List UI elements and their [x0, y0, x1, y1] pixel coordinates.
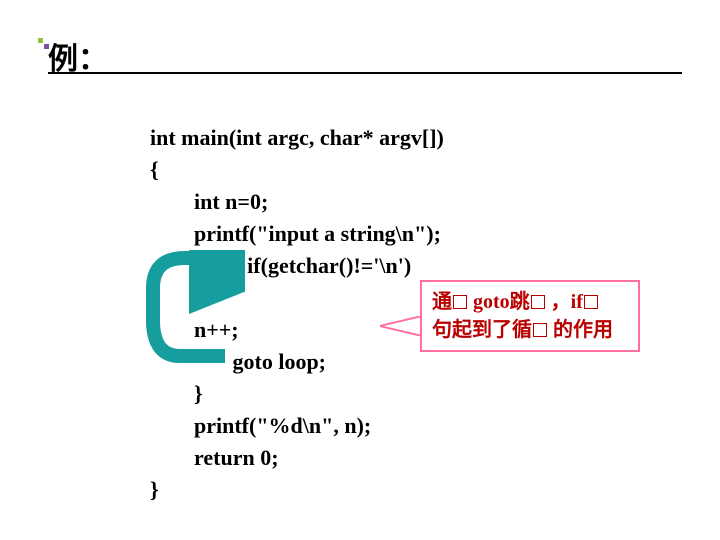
code-line: return 0;	[150, 445, 279, 470]
missing-glyph-icon	[531, 295, 545, 309]
annotation-callout: 通 goto跳 ，if 句起到了循 的作用	[420, 280, 640, 352]
heading-underline	[48, 72, 682, 74]
loop-arrow-icon	[135, 250, 245, 370]
code-line: }	[150, 477, 159, 502]
code-line: printf("input a string\n");	[150, 221, 441, 246]
callout-box: 通 goto跳 ，if 句起到了循 的作用	[420, 280, 640, 352]
code-line: int main(int argc, char* argv[])	[150, 125, 444, 150]
missing-glyph-icon	[584, 295, 598, 309]
code-line: {	[150, 157, 159, 182]
code-line: int n=0;	[150, 189, 268, 214]
missing-glyph-icon	[533, 323, 547, 337]
code-line: printf("%d\n", n);	[150, 413, 371, 438]
callout-pointer-icon	[380, 316, 422, 336]
callout-line-1: 通 goto跳 ，if	[432, 288, 628, 316]
code-line: }	[150, 381, 203, 406]
missing-glyph-icon	[453, 295, 467, 309]
callout-line-2: 句起到了循 的作用	[432, 316, 628, 344]
